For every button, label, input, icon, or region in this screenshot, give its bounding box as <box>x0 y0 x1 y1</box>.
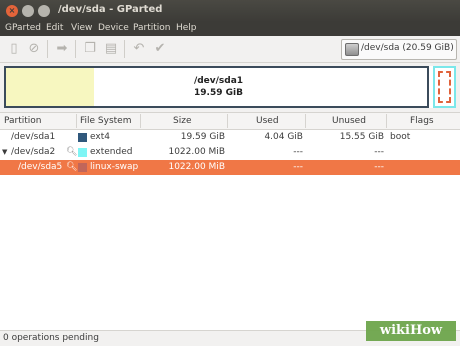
unused-cell: 15.55 GiB <box>339 132 384 142</box>
column-divider <box>140 114 141 128</box>
resize-move-icon[interactable]: ➡ <box>54 41 70 57</box>
unused-cell: --- <box>374 147 384 157</box>
used-cell: --- <box>293 162 303 172</box>
operations-pending-status: 0 operations pending <box>3 333 99 343</box>
partition-block-extended[interactable] <box>433 66 456 108</box>
toolbar-separator <box>47 40 48 58</box>
graph-partition-name: /dev/sda1 <box>193 76 244 86</box>
graph-partition-size: 19.59 GiB <box>194 88 243 98</box>
header-unused[interactable]: Unused <box>332 116 366 126</box>
apply-icon[interactable]: ✔ <box>152 41 168 57</box>
table-row[interactable]: ▼ /dev/sda2 🔍︎ extended 1022.00 MiB --- … <box>0 145 460 160</box>
filesystem-color-swatch <box>78 133 87 142</box>
column-divider <box>227 114 228 128</box>
partition-graph: /dev/sda1 19.59 GiB <box>4 66 456 108</box>
column-divider <box>386 114 387 128</box>
used-space-fill <box>6 68 94 106</box>
partition-table: Partition File System Size Used Unused F… <box>0 112 460 331</box>
device-selector[interactable]: /dev/sda (20.59 GiB) <box>341 39 457 60</box>
header-file-system[interactable]: File System <box>80 116 131 126</box>
partition-cell: /dev/sda2 <box>11 147 56 157</box>
size-cell: 1022.00 MiB <box>168 162 225 172</box>
title-bar: × /dev/sda - GParted <box>0 0 460 22</box>
size-cell: 19.59 GiB <box>180 132 225 142</box>
partition-block-sda1[interactable]: /dev/sda1 19.59 GiB <box>4 66 429 108</box>
menu-partition[interactable]: Partition <box>133 23 171 33</box>
partition-block-swap[interactable] <box>438 71 451 103</box>
header-flags[interactable]: Flags <box>410 116 434 126</box>
menu-bar: GParted Edit View Device Partition Help <box>0 22 460 36</box>
wikihow-watermark: wikiHow <box>366 321 456 341</box>
toolbar-separator <box>124 40 125 58</box>
key-icon: 🔍︎ <box>66 162 78 172</box>
menu-view[interactable]: View <box>71 23 92 33</box>
close-window-button[interactable]: × <box>6 5 18 17</box>
partition-cell: /dev/sda5 <box>18 162 63 172</box>
header-used[interactable]: Used <box>256 116 279 126</box>
hard-disk-icon <box>345 43 359 56</box>
undo-icon[interactable]: ↶ <box>131 41 147 57</box>
expander-down-icon[interactable]: ▼ <box>2 148 7 156</box>
filesystem-cell: ext4 <box>90 132 110 142</box>
header-size[interactable]: Size <box>173 116 191 126</box>
device-label: /dev/sda (20.59 GiB) <box>361 43 454 53</box>
maximize-window-button[interactable] <box>38 5 50 17</box>
menu-device[interactable]: Device <box>98 23 129 33</box>
filesystem-cell: linux-swap <box>90 162 139 172</box>
table-header: Partition File System Size Used Unused F… <box>0 113 460 130</box>
partition-cell: /dev/sda1 <box>11 132 56 142</box>
window-title: /dev/sda - GParted <box>58 4 163 15</box>
unused-cell: --- <box>374 162 384 172</box>
menu-edit[interactable]: Edit <box>46 23 63 33</box>
table-row[interactable]: /dev/sda1 ext4 19.59 GiB 4.04 GiB 15.55 … <box>0 130 460 145</box>
column-divider <box>305 114 306 128</box>
paste-icon[interactable]: ▤ <box>103 41 119 57</box>
minimize-window-button[interactable] <box>22 5 34 17</box>
key-icon: 🔍︎ <box>66 147 78 157</box>
filesystem-color-swatch <box>78 163 87 172</box>
menu-gparted[interactable]: GParted <box>5 23 41 33</box>
column-divider <box>76 114 77 128</box>
header-partition[interactable]: Partition <box>4 116 42 126</box>
delete-partition-icon[interactable]: ⊘ <box>26 41 42 57</box>
size-cell: 1022.00 MiB <box>168 147 225 157</box>
copy-icon[interactable]: ❐ <box>82 41 98 57</box>
filesystem-color-swatch <box>78 148 87 157</box>
menu-help[interactable]: Help <box>176 23 197 33</box>
filesystem-cell: extended <box>90 147 133 157</box>
table-row-selected[interactable]: /dev/sda5 🔍︎ linux-swap 1022.00 MiB --- … <box>0 160 460 175</box>
used-cell: 4.04 GiB <box>264 132 303 142</box>
used-cell: --- <box>293 147 303 157</box>
new-partition-icon[interactable]: ▯ <box>6 41 22 57</box>
toolbar-separator <box>75 40 76 58</box>
flags-cell: boot <box>390 132 411 142</box>
